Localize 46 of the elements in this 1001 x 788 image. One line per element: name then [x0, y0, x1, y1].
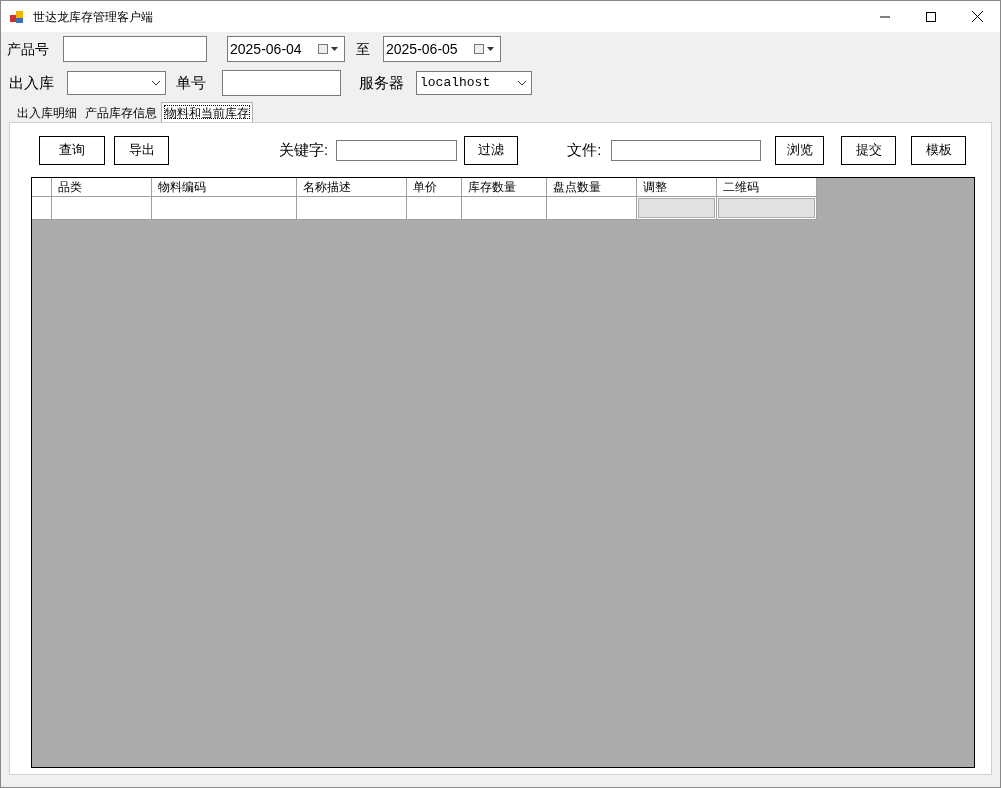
- keyword-field[interactable]: [336, 139, 458, 161]
- in-out-label: 出入库: [9, 72, 55, 93]
- query-button[interactable]: 查询: [39, 135, 105, 165]
- submit-button[interactable]: 提交: [841, 135, 897, 165]
- column-header[interactable]: 调整: [637, 178, 717, 197]
- chevron-down-icon: [151, 80, 161, 86]
- table-cell[interactable]: [547, 197, 637, 220]
- product-number-field[interactable]: [63, 36, 207, 62]
- column-header[interactable]: 盘点数量: [547, 178, 637, 197]
- order-number-label: 单号: [176, 72, 207, 93]
- column-header[interactable]: 品类: [52, 178, 152, 197]
- maximize-icon: [926, 11, 936, 22]
- end-date-picker[interactable]: 2025-06-05: [383, 36, 501, 62]
- calendar-icon: [318, 44, 340, 54]
- app-icon: [9, 9, 25, 24]
- close-icon: [971, 11, 983, 22]
- table-cell[interactable]: [152, 197, 297, 220]
- window-title: 世达龙库存管理客户端: [33, 8, 153, 26]
- tab[interactable]: 物料和当前库存: [161, 102, 253, 122]
- calendar-icon: [474, 44, 496, 54]
- filter-button[interactable]: 过滤: [464, 135, 519, 165]
- export-button[interactable]: 导出: [114, 135, 169, 165]
- table-cell[interactable]: [297, 197, 407, 220]
- file-path-field[interactable]: [611, 139, 762, 161]
- server-label: 服务器: [359, 72, 405, 93]
- template-button[interactable]: 模板: [911, 135, 967, 165]
- browse-button[interactable]: 浏览: [775, 135, 825, 165]
- to-label: 至: [356, 39, 371, 59]
- column-header[interactable]: 库存数量: [462, 178, 547, 197]
- table-cell[interactable]: [407, 197, 462, 220]
- column-header[interactable]: 名称描述: [297, 178, 407, 197]
- column-header[interactable]: 物料编码: [152, 178, 297, 197]
- grid-cell-button[interactable]: [638, 198, 715, 218]
- table-cell[interactable]: [52, 197, 152, 220]
- column-header[interactable]: 单价: [407, 178, 462, 197]
- order-number-field[interactable]: [222, 70, 341, 96]
- column-header[interactable]: 二维码: [717, 178, 817, 197]
- in-out-dropdown[interactable]: [67, 71, 166, 95]
- file-label: 文件:: [567, 139, 602, 160]
- product-number-label: 产品号: [7, 39, 50, 59]
- keyword-label: 关键字:: [279, 139, 329, 160]
- chevron-down-icon: [517, 80, 527, 86]
- start-date-picker[interactable]: 2025-06-04: [227, 36, 345, 62]
- server-dropdown[interactable]: localhost: [416, 71, 532, 95]
- grid-cell-button[interactable]: [718, 198, 815, 218]
- table-cell[interactable]: [462, 197, 547, 220]
